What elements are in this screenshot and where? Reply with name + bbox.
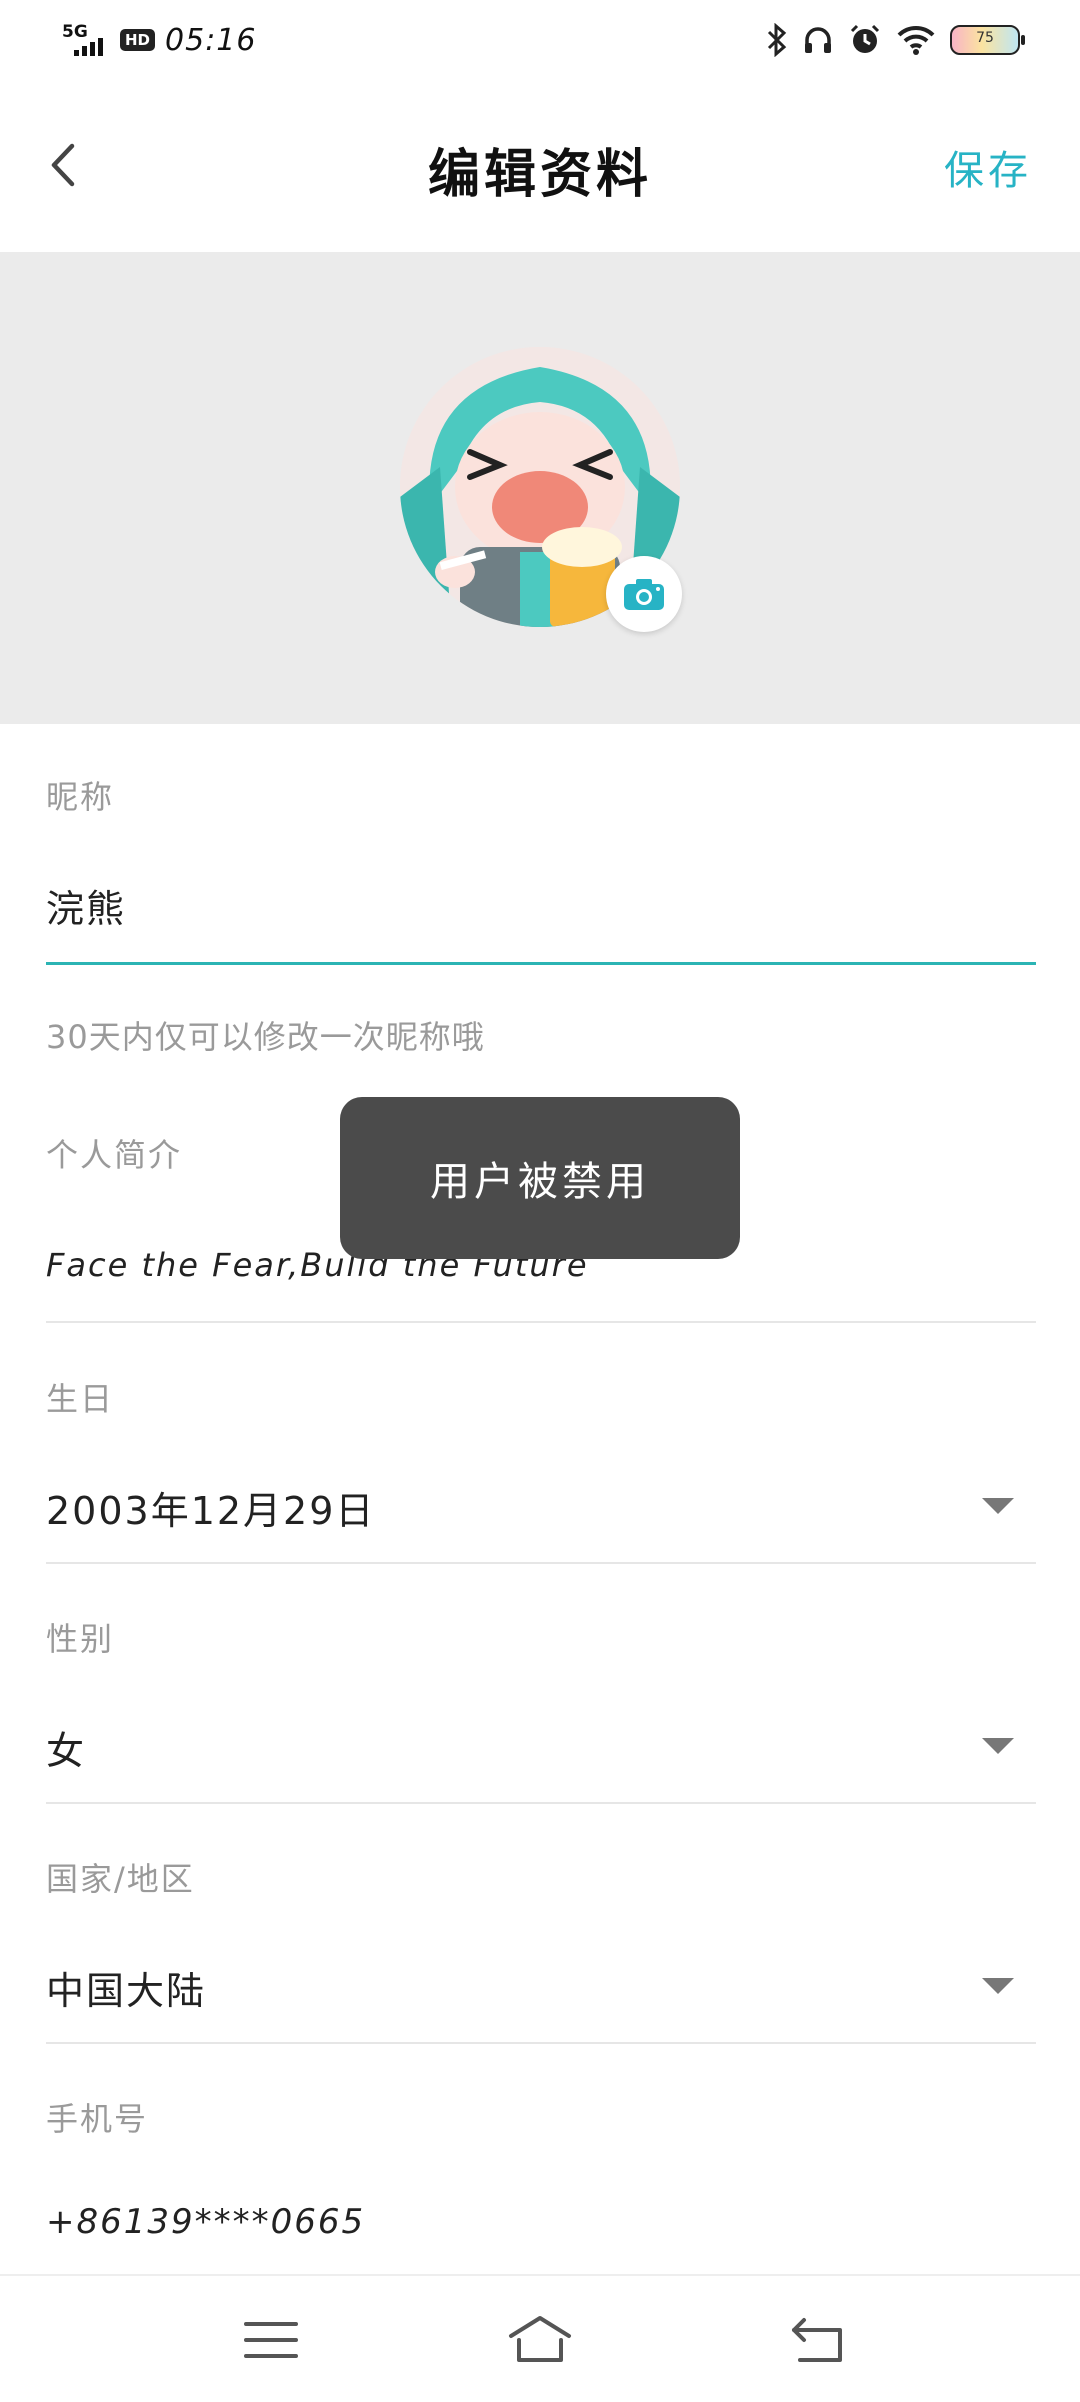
region-dropdown-icon[interactable] <box>982 1978 1014 1994</box>
system-nav-bar <box>0 2274 1080 2402</box>
nickname-input[interactable]: 浣熊 <box>46 878 126 933</box>
toast-message: 用户被禁用 <box>340 1097 740 1259</box>
header: 编辑资料 保存 <box>0 80 1080 252</box>
avatar-section <box>0 252 1080 724</box>
clock: 05:16 <box>165 22 257 58</box>
gender-divider <box>46 1802 1036 1804</box>
nickname-underline <box>46 962 1036 965</box>
bio-label: 个人简介 <box>46 1136 183 1174</box>
save-button[interactable]: 保存 <box>944 138 1032 196</box>
battery-level: 75 <box>976 30 994 46</box>
camera-icon <box>624 579 664 610</box>
bio-divider <box>46 1321 1036 1323</box>
birthday-dropdown-icon[interactable] <box>982 1498 1014 1514</box>
alarm-icon <box>850 24 880 53</box>
cell-signal-icon: 5G <box>62 20 110 60</box>
battery-icon: 75 <box>950 25 1025 55</box>
phone-label: 手机号 <box>46 2100 149 2138</box>
status-left: 5G HD 05:16 <box>62 18 256 62</box>
wifi-icon <box>897 25 935 55</box>
birthday-label: 生日 <box>46 1380 115 1418</box>
region-label: 国家/地区 <box>46 1860 195 1898</box>
region-select[interactable]: 中国大陆 <box>46 1960 206 2015</box>
nickname-label: 昵称 <box>46 778 115 816</box>
home-icon[interactable] <box>505 2310 575 2370</box>
status-bar: 5G HD 05:16 75 <box>0 0 1080 80</box>
bluetooth-icon <box>767 23 787 57</box>
gender-label: 性别 <box>46 1620 115 1658</box>
page-title: 编辑资料 <box>427 145 652 205</box>
back-icon[interactable] <box>784 2310 854 2370</box>
gender-select[interactable]: 女 <box>46 1720 86 1775</box>
status-right: 75 <box>766 18 1025 62</box>
phone-value[interactable]: +86139****0665 <box>46 2202 365 2242</box>
menu-icon[interactable] <box>236 2310 306 2370</box>
change-avatar-button[interactable] <box>606 556 682 632</box>
region-divider <box>46 2042 1036 2044</box>
birthday-select[interactable]: 2003年12月29日 <box>46 1480 375 1535</box>
headphones-icon <box>805 27 831 53</box>
hd-badge: HD <box>120 29 156 51</box>
birthday-divider <box>46 1562 1036 1564</box>
nickname-hint: 30天内仅可以修改一次昵称哦 <box>46 1018 485 1056</box>
gender-dropdown-icon[interactable] <box>982 1738 1014 1754</box>
